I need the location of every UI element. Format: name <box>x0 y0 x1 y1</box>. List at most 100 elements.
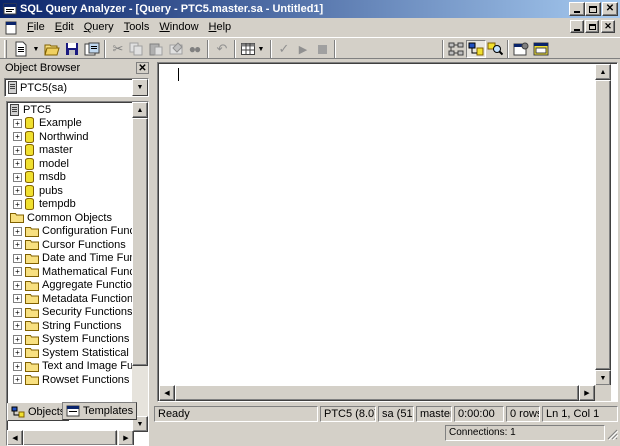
query-editor[interactable]: ▲ ▼ ◀ ▶ <box>157 62 618 402</box>
load-script-button[interactable] <box>82 40 102 58</box>
tree-item-database[interactable]: + pubs <box>13 184 63 197</box>
expand-icon[interactable]: + <box>13 348 22 357</box>
save-button[interactable] <box>62 40 82 58</box>
tree-item-function-folder[interactable]: +System Statistical Functions <box>13 346 148 359</box>
menu-tools[interactable]: Tools <box>119 20 155 35</box>
tree-item-server[interactable]: PTC5 <box>10 103 51 116</box>
expand-icon[interactable]: + <box>13 240 22 249</box>
menu-query[interactable]: Query <box>79 20 119 35</box>
tree-item-database[interactable]: + Example <box>13 117 82 130</box>
editor-horizontal-scrollbar[interactable]: ◀ ▶ <box>159 385 595 401</box>
tree-item-database[interactable]: + tempdb <box>13 198 76 211</box>
play-icon: ▶ <box>298 43 308 56</box>
tab-objects[interactable]: Objects <box>7 403 70 421</box>
tree-item-function-folder[interactable]: + Rowset Functions <box>13 373 129 386</box>
server-select-arrow[interactable]: ▼ <box>132 79 148 96</box>
expand-icon[interactable]: + <box>13 307 22 317</box>
expand-icon[interactable]: + <box>13 361 22 371</box>
editor-scroll-left-button[interactable]: ◀ <box>159 385 175 401</box>
expand-icon[interactable]: + <box>13 280 22 290</box>
object-search-button[interactable] <box>485 40 505 58</box>
show-results-pane-button[interactable] <box>531 40 551 58</box>
expand-icon[interactable]: + <box>13 159 22 168</box>
clear-window-button[interactable] <box>166 40 186 58</box>
cut-button[interactable]: ✂ <box>108 40 128 58</box>
expand-icon[interactable]: + <box>13 172 22 182</box>
parse-query-button[interactable]: ✓ <box>274 40 294 58</box>
expand-icon[interactable]: + <box>13 294 22 303</box>
undo-button[interactable]: ↶ <box>212 40 232 58</box>
expand-icon[interactable]: + <box>13 186 22 195</box>
expand-icon[interactable]: + <box>13 226 22 236</box>
close-button[interactable]: ✕ <box>602 2 618 16</box>
editor-vertical-scrollbar[interactable]: ▲ ▼ <box>595 64 611 386</box>
object-browser-close-button[interactable]: ✕ <box>136 62 149 74</box>
resize-grip[interactable] <box>606 428 619 441</box>
tree-item-database[interactable]: + msdb <box>13 171 66 184</box>
find-button[interactable]: ●● <box>184 40 204 58</box>
editor-hscroll-thumb[interactable] <box>175 385 579 401</box>
expand-icon[interactable]: + <box>13 132 22 141</box>
tree-horizontal-scrollbar[interactable]: ◀ ▶ <box>7 430 134 445</box>
maximize-button[interactable] <box>585 2 601 16</box>
copy-button[interactable] <box>126 40 146 58</box>
editor-scroll-down-button[interactable]: ▼ <box>595 370 611 386</box>
tree-item-database[interactable]: + Northwind <box>13 130 89 143</box>
menu-edit[interactable]: Edit <box>50 20 79 35</box>
open-button[interactable] <box>42 40 62 58</box>
paste-button[interactable] <box>146 40 166 58</box>
menu-help[interactable]: Help <box>204 20 237 35</box>
show-execution-plan-button[interactable] <box>446 40 466 58</box>
tree-item-function-folder[interactable]: + Cursor Functions <box>13 238 126 251</box>
new-query-button[interactable] <box>11 40 31 58</box>
expand-icon[interactable]: + <box>13 253 22 263</box>
server-select[interactable]: PTC5(sa) ▼ <box>4 78 149 97</box>
expand-icon[interactable]: + <box>13 267 22 276</box>
editor-scroll-right-button[interactable]: ▶ <box>579 385 595 401</box>
expand-icon[interactable]: + <box>13 145 22 155</box>
tree-item-function-folder[interactable]: + Security Functions <box>13 306 132 319</box>
tree-scroll-up-button[interactable]: ▲ <box>132 102 148 118</box>
expand-icon[interactable]: + <box>13 321 22 330</box>
child-restore-button[interactable] <box>585 20 599 33</box>
expand-icon[interactable]: + <box>13 334 22 344</box>
expand-icon[interactable]: + <box>13 118 22 128</box>
current-connection-properties-button[interactable] <box>511 40 531 58</box>
tree-item-function-folder[interactable]: + String Functions <box>13 319 121 332</box>
object-browser-toggle-button[interactable] <box>466 40 486 58</box>
expand-icon[interactable]: + <box>13 199 22 209</box>
editor-scroll-up-button[interactable]: ▲ <box>595 64 611 80</box>
execute-query-button[interactable]: ▶ <box>293 40 313 58</box>
database-icon <box>25 144 34 156</box>
tree-item-function-folder[interactable]: +Date and Time Functions <box>13 252 148 265</box>
tree-scroll-thumb[interactable] <box>132 118 148 366</box>
child-close-button[interactable]: ✕ <box>601 20 615 33</box>
tree-item-function-folder[interactable]: + System Functions <box>13 333 129 346</box>
editor-scroll-thumb[interactable] <box>595 80 611 370</box>
tree-item-function-folder[interactable]: +Text and Image Functions <box>13 360 148 373</box>
save-icon <box>66 43 78 55</box>
tab-templates[interactable]: Templates <box>62 402 138 420</box>
minimize-button[interactable] <box>569 2 585 16</box>
results-mode-dropdown[interactable]: ▼ <box>256 40 266 58</box>
expand-icon[interactable]: + <box>13 375 22 384</box>
tree-item-database[interactable]: + model <box>13 157 69 170</box>
status-server: PTC5 (8.0) <box>320 406 376 422</box>
cancel-query-button[interactable] <box>312 40 332 58</box>
tree-item-function-folder[interactable]: + Mathematical Functions <box>13 265 148 278</box>
results-mode-button[interactable] <box>238 40 258 58</box>
copy-icon <box>129 42 143 56</box>
object-browser-header: Object Browser ✕ <box>2 61 149 76</box>
tree-item-function-folder[interactable]: + Configuration Functions <box>13 225 148 238</box>
tree-item-database[interactable]: + master <box>13 144 73 157</box>
title-bar[interactable]: SQL Query Analyzer - [Query - PTC5.maste… <box>0 0 620 18</box>
tree-item-common-objects[interactable]: Common Objects <box>10 211 112 224</box>
child-minimize-button[interactable] <box>570 20 584 33</box>
menu-window[interactable]: Window <box>154 20 203 35</box>
tree-vertical-scrollbar[interactable]: ▲ ▼ <box>132 102 148 432</box>
new-query-dropdown[interactable]: ▼ <box>31 40 41 58</box>
tree-item-function-folder[interactable]: + Aggregate Functions <box>13 279 144 292</box>
menu-file[interactable]: File <box>22 20 50 35</box>
tree-item-function-folder[interactable]: + Metadata Functions <box>13 292 139 305</box>
tab-objects-label: Objects <box>28 406 66 418</box>
